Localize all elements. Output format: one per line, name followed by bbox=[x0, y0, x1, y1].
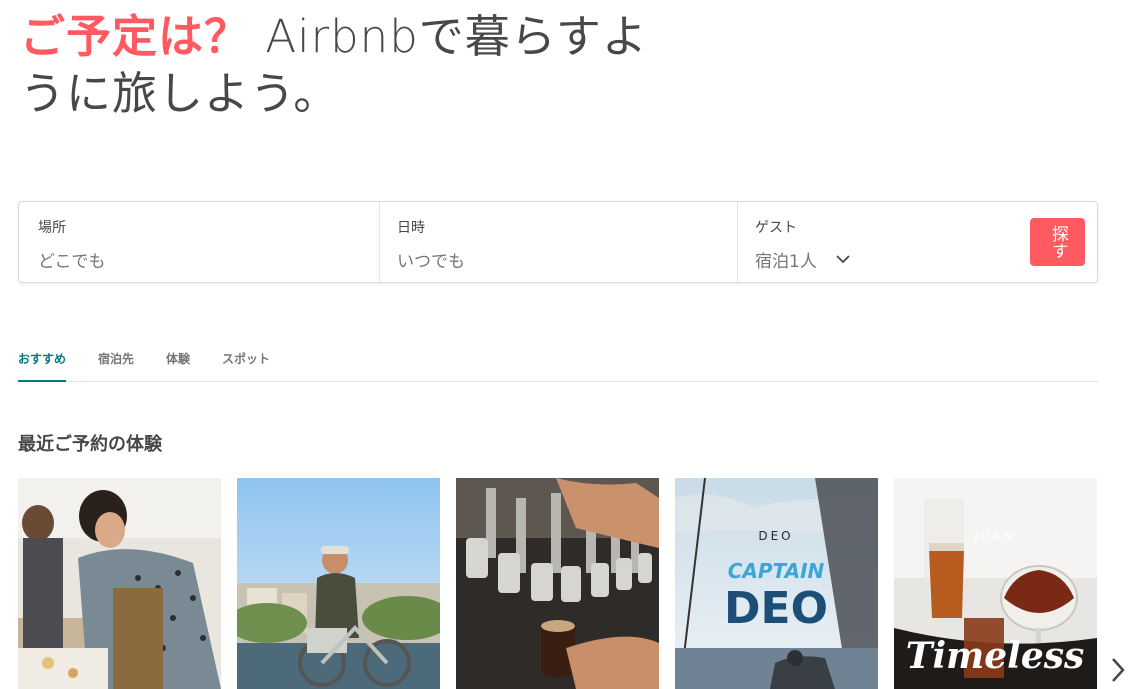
hero-headline: ご予定は？ Airbnbで暮らすように旅しよう。 bbox=[20, 8, 660, 122]
location-field[interactable]: 場所 どこでも bbox=[19, 202, 380, 282]
section-title: 最近ご予約の体験 bbox=[18, 434, 162, 455]
beer-tap-photo bbox=[456, 478, 659, 689]
tab-stays[interactable]: 宿泊先 bbox=[98, 340, 134, 382]
cocktail-poster-photo: JUAN Timeless bbox=[894, 478, 1097, 689]
guests-select[interactable]: 宿泊1人 bbox=[755, 247, 817, 272]
experience-carousel: DEO CAPTAIN DEO JUAN Timeless bbox=[18, 478, 1113, 689]
chevron-right-icon[interactable] bbox=[1108, 655, 1128, 685]
chevron-down-icon[interactable] bbox=[835, 251, 851, 267]
experience-card[interactable] bbox=[456, 478, 659, 689]
hero-accent: ご予定は？ bbox=[20, 10, 251, 63]
poster-title-line1: CAPTAIN bbox=[728, 559, 825, 583]
sailing-poster-photo: DEO CAPTAIN DEO bbox=[675, 478, 878, 689]
poster-overline: JUAN bbox=[973, 529, 1016, 543]
cooking-class-photo bbox=[18, 478, 221, 689]
bike-tour-photo bbox=[237, 478, 440, 689]
search-button[interactable]: 探す bbox=[1030, 218, 1085, 266]
tab-spots[interactable]: スポット bbox=[222, 340, 270, 382]
guests-field[interactable]: ゲスト 宿泊1人 探す bbox=[738, 202, 1097, 282]
poster-overline: DEO bbox=[758, 529, 793, 543]
category-tabs: おすすめ 宿泊先 体験 スポット bbox=[18, 340, 1098, 382]
poster-title-line1: Timeless bbox=[906, 635, 1085, 677]
experience-card[interactable]: JUAN Timeless bbox=[894, 478, 1097, 689]
dates-input[interactable]: いつでも bbox=[397, 247, 737, 272]
experience-card[interactable] bbox=[237, 478, 440, 689]
tab-recommended[interactable]: おすすめ bbox=[18, 340, 67, 382]
dates-field[interactable]: 日時 いつでも bbox=[380, 202, 738, 282]
experience-card[interactable]: DEO CAPTAIN DEO bbox=[675, 478, 878, 689]
poster-title-line2: DEO bbox=[724, 583, 828, 634]
search-bar: 場所 どこでも 日時 いつでも ゲスト 宿泊1人 探す bbox=[18, 201, 1098, 283]
location-input[interactable]: どこでも bbox=[38, 247, 379, 272]
dates-label: 日時 bbox=[397, 220, 425, 236]
tab-experiences[interactable]: 体験 bbox=[166, 340, 190, 382]
location-label: 場所 bbox=[38, 220, 66, 236]
experience-card[interactable] bbox=[18, 478, 221, 689]
